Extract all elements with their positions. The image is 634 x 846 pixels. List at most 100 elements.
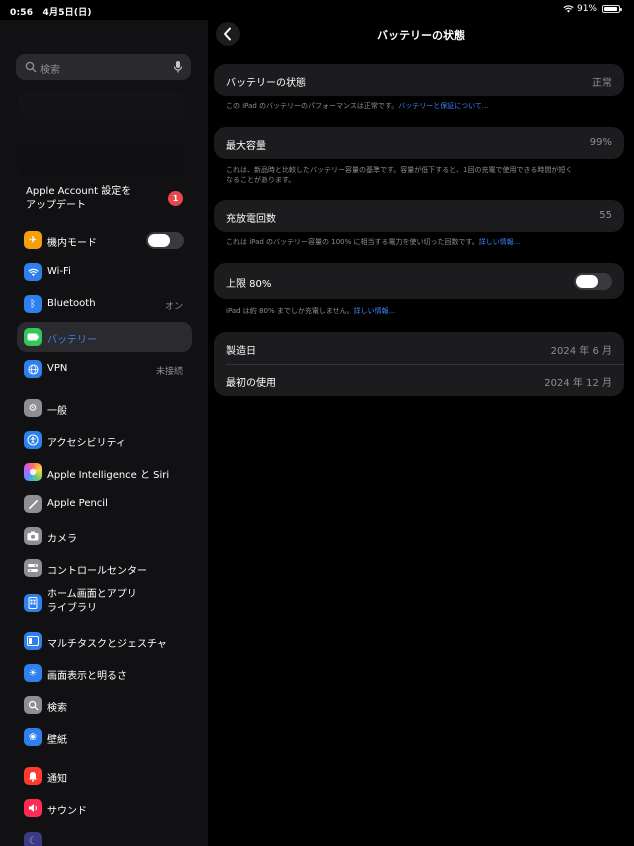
account-update-line2: アップデート: [26, 200, 86, 211]
control-center-icon: [24, 559, 42, 577]
sidebar-item-label: 壁紙: [47, 735, 67, 746]
gear-icon: ⚙: [24, 399, 42, 417]
battery-icon: [24, 328, 42, 346]
account-badge: 1: [168, 191, 183, 206]
sidebar-item-label: Bluetooth: [47, 298, 96, 309]
globe-icon: [24, 360, 42, 378]
battery-health-card: バッテリーの状態 正常: [214, 64, 624, 96]
camera-icon: [24, 527, 42, 545]
sidebar-item-apple-pencil[interactable]: Apple Pencil: [17, 489, 192, 519]
max-capacity-card: 最大容量 99%: [214, 127, 624, 159]
sidebar-item-wallpaper[interactable]: ❀ 壁紙: [17, 722, 192, 752]
sidebar-item-wifi[interactable]: Wi-Fi: [17, 257, 192, 287]
accessibility-icon: [24, 431, 42, 449]
home-screen-label-line1: ホーム画面とアプリ: [47, 589, 137, 600]
sidebar-item-label: カメラ: [47, 534, 77, 545]
max-capacity-note-line2: なることがあります。: [226, 176, 296, 184]
sidebar-item-label: VPN: [47, 363, 68, 374]
bluetooth-icon: ᛒ: [24, 295, 42, 313]
battery-health-note: この iPad のバッテリーのパフォーマンスは正常です。バッテリーと保証について…: [226, 101, 616, 111]
max-capacity-note-line1: これは、新品時と比較したバッテリー容量の基準です。容量が低下すると、1回の充電で…: [226, 166, 573, 174]
sidebar-item-label: 一般: [47, 406, 67, 417]
status-right: 91%: [563, 4, 622, 14]
siri-icon: [24, 463, 42, 481]
charge-limit-label: 上限 80%: [226, 279, 272, 290]
battery-info-card: 製造日 2024 年 6 月 最初の使用 2024 年 12 月: [214, 332, 624, 396]
sidebar-item-camera[interactable]: カメラ: [17, 521, 192, 551]
cycle-count-label: 充放電回数: [226, 214, 276, 225]
bluetooth-status: オン: [164, 302, 183, 312]
charge-limit-card: 上限 80%: [214, 263, 624, 299]
sidebar-item-control-center[interactable]: コントロールセンター: [17, 553, 192, 583]
home-screen-icon: [24, 594, 42, 612]
account-update-line1: Apple Account 設定を: [26, 186, 132, 197]
sidebar-item-battery[interactable]: バッテリー: [17, 322, 192, 352]
cycle-count-card: 充放電回数 55: [214, 200, 624, 232]
wifi-icon: [24, 263, 42, 281]
sidebar-item-airplane[interactable]: ✈ 機内モード: [17, 225, 192, 255]
charge-limit-toggle[interactable]: [574, 273, 612, 290]
max-capacity-label: 最大容量: [226, 141, 266, 152]
search-field[interactable]: 検索: [16, 54, 191, 80]
sidebar-item-label: 画面表示と明るさ: [47, 671, 127, 682]
sidebar-item-sound[interactable]: サウンド: [17, 793, 192, 823]
sidebar-item-next[interactable]: ☾: [17, 826, 192, 846]
sidebar-item-general[interactable]: ⚙ 一般: [17, 393, 192, 423]
sidebar-item-label: ホーム画面とアプリ ライブラリ: [47, 588, 137, 616]
bell-icon: [24, 767, 42, 785]
sidebar-item-home-screen[interactable]: ホーム画面とアプリ ライブラリ: [17, 585, 192, 621]
sidebar-item-label: Apple Pencil: [47, 498, 108, 509]
sidebar-item-vpn[interactable]: VPN 未接続: [17, 354, 192, 384]
sidebar-item-accessibility[interactable]: アクセシビリティ: [17, 425, 192, 455]
cycle-count-note: これは iPad のバッテリー容量の 100% に相当する電力を使い切った回数で…: [226, 237, 616, 247]
battery-health-label: バッテリーの状態: [226, 78, 306, 89]
account-placeholder: [18, 92, 184, 176]
home-screen-label-line2: ライブラリ: [47, 603, 97, 614]
sidebar-item-label: アクセシビリティ: [47, 438, 126, 449]
sidebar-item-bluetooth[interactable]: ᛒ Bluetooth オン: [17, 289, 192, 319]
focus-icon: ☾: [24, 832, 42, 846]
first-use-value: 2024 年 12 月: [544, 378, 612, 389]
status-time-date: 0:56 4月5日(日): [10, 5, 92, 18]
wallpaper-icon: ❀: [24, 728, 42, 746]
battery-status-icon: [602, 5, 622, 13]
wifi-status-icon: [563, 5, 574, 13]
microphone-icon[interactable]: [173, 60, 183, 74]
sidebar-item-label: マルチタスクとジェスチャ: [47, 639, 167, 650]
charge-limit-note: iPad は約 80% までしか充電しません。詳しい情報...: [226, 306, 616, 316]
cycle-more-info-link[interactable]: 詳しい情報...: [479, 238, 521, 246]
battery-warranty-link[interactable]: バッテリーと保証について...: [398, 102, 488, 110]
sidebar-item-display[interactable]: ☀ 画面表示と明るさ: [17, 658, 192, 688]
multitask-icon: [24, 632, 42, 650]
cycle-count-note-text: これは iPad のバッテリー容量の 100% に相当する電力を使い切った回数で…: [226, 238, 479, 246]
airplane-icon: ✈: [24, 231, 42, 249]
sidebar-item-label: 検索: [47, 703, 67, 714]
sidebar-item-apple-intelligence[interactable]: Apple Intelligence と Siri: [17, 457, 192, 487]
account-update-prompt[interactable]: Apple Account 設定を アップデート: [26, 185, 131, 213]
sidebar-item-label: 通知: [47, 774, 67, 785]
sidebar-item-label: バッテリー: [47, 335, 97, 346]
page-title: バッテリーの状態: [377, 29, 465, 42]
manufacture-date-label: 製造日: [226, 346, 256, 357]
sidebar-item-label: 機内モード: [47, 238, 97, 249]
first-use-label: 最初の使用: [226, 378, 276, 389]
battery-percent: 91%: [576, 4, 597, 14]
charge-limit-note-text: iPad は約 80% までしか充電しません。: [226, 307, 354, 315]
manufacture-date-value: 2024 年 6 月: [550, 346, 612, 357]
sidebar-item-multitasking[interactable]: マルチタスクとジェスチャ: [17, 626, 192, 656]
battery-health-page: バッテリーの状態 バッテリーの状態 正常 この iPad のバッテリーのパフォー…: [208, 20, 634, 846]
sidebar-item-notifications[interactable]: 通知: [17, 761, 192, 791]
sidebar-item-label: コントロールセンター: [47, 566, 147, 577]
sidebar-item-label: Apple Intelligence と Siri: [47, 470, 170, 481]
status-time: 0:56: [10, 8, 34, 18]
speaker-icon: [24, 799, 42, 817]
search-placeholder: 検索: [40, 65, 60, 76]
sidebar-item-label: Wi-Fi: [47, 266, 71, 277]
airplane-toggle[interactable]: [146, 232, 184, 249]
pencil-icon: [24, 495, 42, 513]
status-date: 4月5日(日): [42, 8, 92, 18]
search-icon: [25, 61, 37, 73]
limit-more-info-link[interactable]: 詳しい情報...: [354, 307, 396, 315]
cycle-count-value: 55: [599, 210, 612, 221]
sidebar-item-search[interactable]: 検索: [17, 690, 192, 720]
